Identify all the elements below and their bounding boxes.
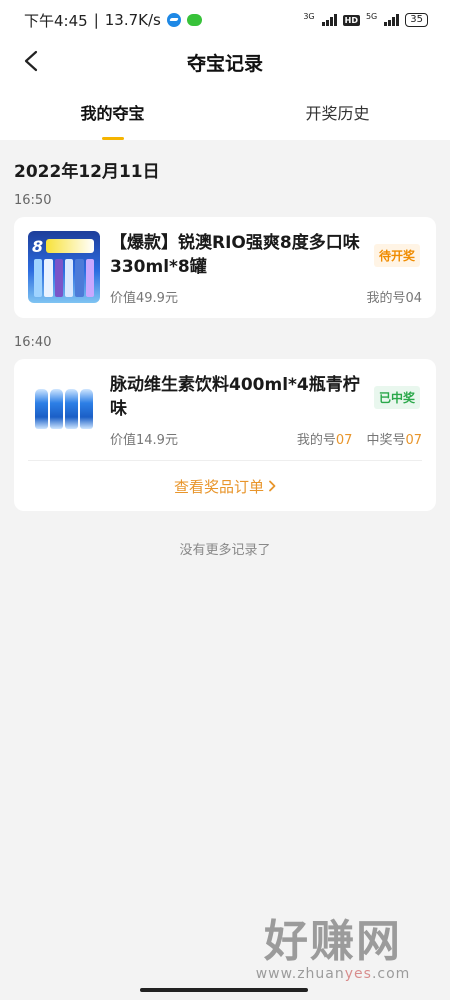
record-list: 2022年12月11日 16:50 8 【爆款】锐澳RIO强爽8度多口味330m… — [0, 157, 450, 558]
wechat-icon — [186, 14, 202, 26]
record-info: 脉动维生素饮料400ml*4瓶青柠味 价值14.9元 我的号07 中奖号07 — [110, 373, 422, 448]
tab-active-indicator — [101, 137, 124, 140]
date-header: 2022年12月11日 — [14, 162, 160, 182]
record-meta: 价值49.9元 我的号04 — [110, 287, 422, 306]
win-number-value: 07 — [405, 433, 422, 448]
product-image-cans — [34, 259, 94, 297]
number-group: 我的号07 中奖号07 — [297, 429, 422, 448]
net-5g-label: 5G — [365, 12, 378, 21]
tab-my-treasure[interactable]: 我的夺宝 — [0, 84, 225, 140]
product-price: 价值49.9元 — [110, 291, 178, 306]
product-image-bottles — [35, 389, 93, 429]
record-card[interactable]: 8 【爆款】锐澳RIO强爽8度多口味330ml*8罐 价值49.9元 我的号04… — [14, 217, 436, 318]
status-right: 3G HD 5G 35 — [303, 13, 428, 27]
product-price: 价值14.9元 — [110, 433, 178, 448]
product-image-tag: 8 — [32, 237, 44, 256]
status-time: 下午4:45 — [24, 11, 88, 30]
win-number-label: 中奖号 — [366, 433, 406, 448]
record-card[interactable]: 脉动维生素饮料400ml*4瓶青柠味 价值14.9元 我的号07 中奖号07 已… — [14, 359, 436, 511]
my-number-value: 04 — [405, 291, 422, 306]
tab-bar: 我的夺宝 开奖历史 — [0, 84, 450, 140]
signal-icon — [321, 14, 337, 26]
view-prize-order-link[interactable]: 查看奖品订单 — [14, 461, 436, 511]
view-prize-order-label: 查看奖品订单 — [173, 477, 264, 496]
record-time: 16:50 — [14, 193, 52, 208]
my-number-label: 我的号 — [296, 433, 336, 448]
product-image — [28, 373, 100, 445]
watermark-logo-text: 好赚网 — [264, 916, 402, 967]
back-button[interactable] — [16, 46, 46, 76]
status-left: 下午4:45 | 13.7K/s — [24, 10, 202, 31]
watermark-url-yes: yes — [344, 966, 372, 982]
signal-icon-2 — [384, 14, 400, 26]
status-badge-pending: 待开奖 — [373, 244, 420, 267]
battery-icon: 35 — [405, 13, 428, 27]
my-number-field: 我的号07 — [297, 429, 353, 448]
net-3g-label: 3G — [303, 12, 315, 21]
record-meta: 价值14.9元 我的号07 中奖号07 — [110, 429, 422, 448]
no-more-records: 没有更多记录了 — [179, 543, 271, 558]
product-image-banner — [46, 239, 94, 253]
product-image: 8 — [28, 231, 100, 303]
home-indicator[interactable] — [140, 988, 308, 992]
nav-bar: 夺宝记录 — [0, 40, 450, 84]
chevron-right-icon — [269, 480, 276, 492]
record-time: 16:40 — [14, 335, 52, 350]
my-number-group: 我的号04 — [366, 287, 422, 306]
my-number-field: 我的号04 — [366, 287, 422, 306]
tab-draw-history-label: 开奖历史 — [305, 104, 370, 123]
record-info: 【爆款】锐澳RIO强爽8度多口味330ml*8罐 价值49.9元 我的号04 — [110, 231, 422, 306]
record-row: 8 【爆款】锐澳RIO强爽8度多口味330ml*8罐 价值49.9元 我的号04… — [14, 217, 436, 318]
messenger-icon — [166, 13, 181, 27]
my-number-value: 07 — [335, 433, 353, 448]
page-title: 夺宝记录 — [186, 52, 263, 75]
hd-badge: HD — [342, 14, 360, 26]
status-speed: 13.7K/s — [104, 11, 161, 29]
record-row: 脉动维生素饮料400ml*4瓶青柠味 价值14.9元 我的号07 中奖号07 已… — [14, 359, 436, 460]
watermark-url-post: .com — [371, 966, 411, 982]
tab-my-treasure-label: 我的夺宝 — [80, 104, 145, 123]
watermark-url-pre: www.zhuan — [255, 966, 345, 982]
tab-draw-history[interactable]: 开奖历史 — [225, 84, 450, 140]
watermark-logo: 好赚网 www.zhuanyes.com — [238, 916, 428, 983]
status-bar: 下午4:45 | 13.7K/s 3G HD 5G 35 — [0, 0, 450, 40]
status-divider: | — [93, 11, 99, 29]
back-arrow-icon — [24, 50, 38, 72]
my-number-label: 我的号 — [366, 291, 406, 306]
watermark-url: www.zhuanyes.com — [238, 966, 428, 982]
win-number-field: 中奖号07 — [366, 429, 422, 448]
status-badge-won: 已中奖 — [373, 386, 420, 409]
